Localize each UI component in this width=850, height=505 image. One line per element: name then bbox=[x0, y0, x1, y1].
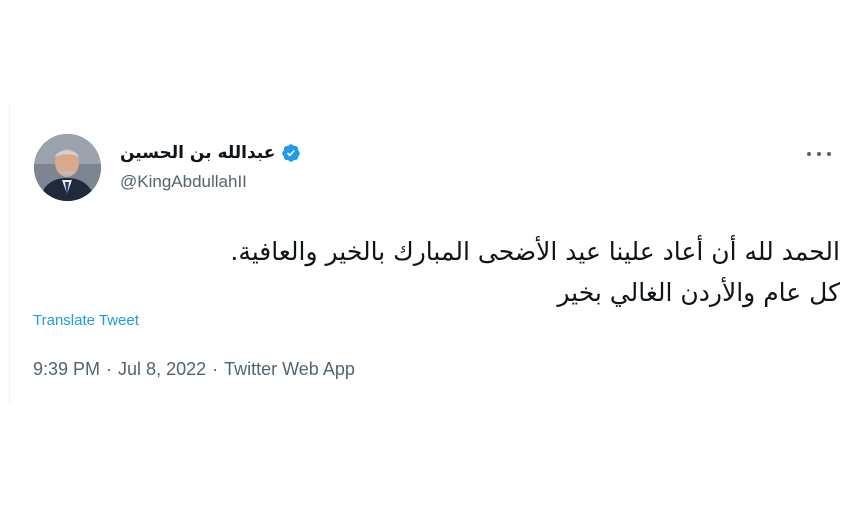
more-horizontal-icon bbox=[807, 152, 811, 156]
tweet-text-line: الحمد لله أن أعاد علينا عيد الأضحى المبا… bbox=[230, 237, 840, 266]
tweet-text-line: كل عام والأردن الغالي بخير bbox=[557, 278, 840, 307]
avatar[interactable] bbox=[34, 134, 101, 201]
translate-tweet-link[interactable]: Translate Tweet bbox=[33, 312, 139, 329]
more-horizontal-icon-dot-3 bbox=[827, 152, 831, 156]
author-name[interactable]: عبدالله بن الحسين bbox=[120, 143, 275, 163]
author-handle[interactable]: @KingAbdullahII bbox=[120, 172, 247, 192]
tweet-card: عبدالله بن الحسين @KingAbdullahII الحمد … bbox=[9, 103, 849, 403]
meta-separator: · bbox=[106, 359, 113, 379]
tweet-source[interactable]: Twitter Web App bbox=[224, 359, 355, 379]
meta-separator: · bbox=[212, 359, 219, 379]
tweet-meta: 9:39 PM · Jul 8, 2022 · Twitter Web App bbox=[33, 359, 355, 380]
tweet-text: الحمد لله أن أعاد علينا عيد الأضحى المبا… bbox=[40, 231, 840, 313]
more-options-button[interactable] bbox=[807, 144, 831, 164]
tweet-time[interactable]: 9:39 PM bbox=[33, 359, 100, 379]
author-name-row[interactable]: عبدالله بن الحسين bbox=[120, 143, 301, 163]
tweet-date[interactable]: Jul 8, 2022 bbox=[118, 359, 206, 379]
more-horizontal-icon-dot-2 bbox=[817, 152, 821, 156]
verified-badge-icon bbox=[281, 143, 301, 163]
